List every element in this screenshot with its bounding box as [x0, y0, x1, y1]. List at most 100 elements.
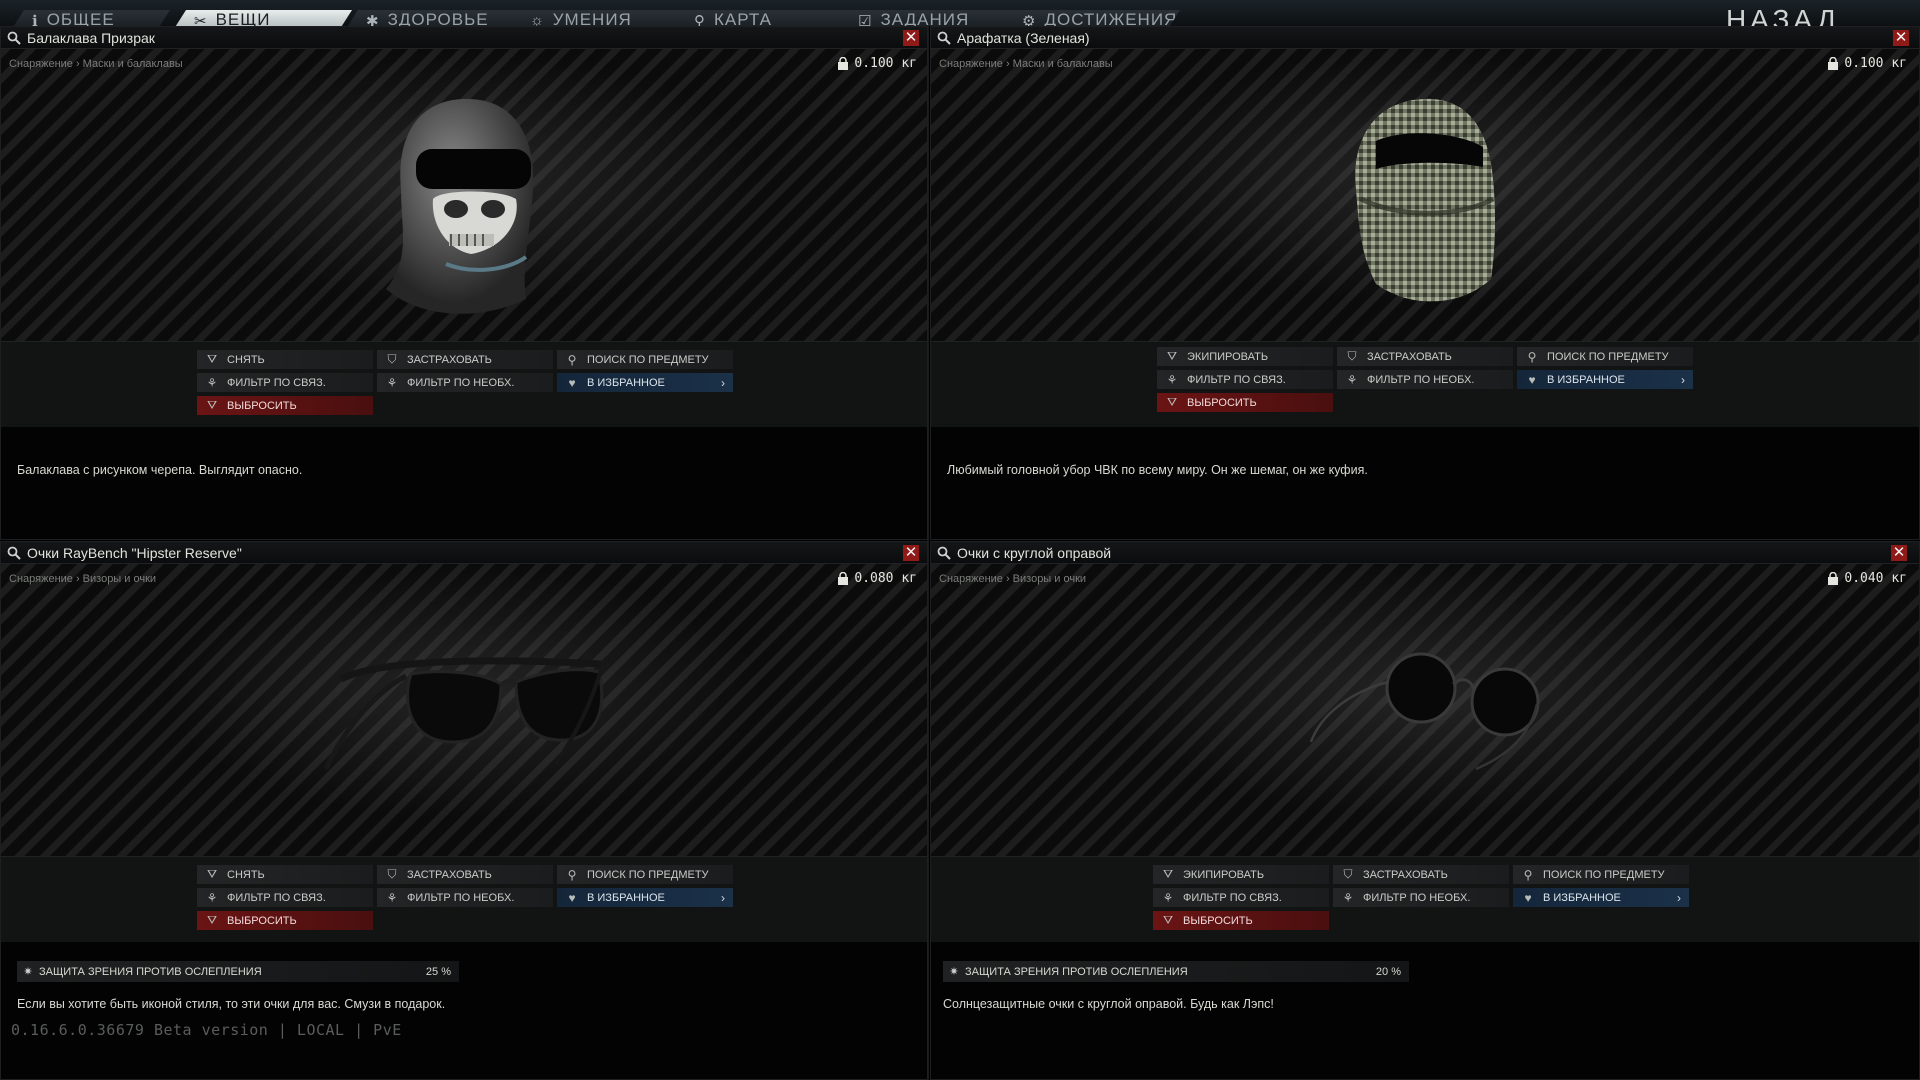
discard-icon: ⛛	[1166, 395, 1178, 409]
search-item-button[interactable]: ⚲ ПОИСК ПО ПРЕДМЕТУ	[1517, 347, 1693, 366]
panel-header[interactable]: Арафатка (Зеленая) ✕	[931, 27, 1919, 49]
discard-button[interactable]: ⛛ ВЫБРОСИТЬ	[1157, 393, 1333, 412]
magnifier-icon	[7, 546, 21, 560]
filter-linked-button[interactable]: ⚘ ФИЛЬТР ПО СВЯЗ.	[1153, 888, 1329, 907]
item-description: ✷ ЗАЩИТА ЗРЕНИЯ ПРОТИВ ОСЛЕПЛЕНИЯ 25 % Е…	[1, 942, 927, 1079]
shield-icon: ⛉	[387, 352, 397, 366]
item-panel-ghost-balaclava: Балаклава Призрак ✕ Снаряжение › Маски и…	[0, 26, 928, 540]
filter-required-button[interactable]: ⚘ ФИЛЬТР ПО НЕОБХ.	[377, 373, 553, 392]
close-icon[interactable]: ✕	[1893, 30, 1909, 46]
filter-required-button[interactable]: ⚘ ФИЛЬТР ПО НЕОБХ.	[1333, 888, 1509, 907]
stat-row-flash-protection: ✷ ЗАЩИТА ЗРЕНИЯ ПРОТИВ ОСЛЕПЛЕНИЯ 25 %	[17, 961, 459, 982]
health-icon: ✱	[366, 13, 380, 26]
tasks-icon: ☑	[858, 13, 873, 26]
insure-button[interactable]: ⛉ ЗАСТРАХОВАТЬ	[1333, 865, 1509, 884]
close-icon[interactable]: ✕	[1891, 545, 1907, 561]
search-item-button[interactable]: ⚲ ПОИСК ПО ПРЕДМЕТУ	[1513, 865, 1689, 884]
tab-skills[interactable]: ☼ УМЕНИЯ	[508, 10, 688, 26]
description-text: Если вы хотите быть иконой стиля, то эти…	[17, 997, 446, 1011]
version-label: 0.16.6.0.36679 Beta version | LOCAL | Pv…	[11, 1021, 402, 1039]
skills-icon: ☼	[530, 12, 545, 26]
search-icon: ⚲	[1527, 349, 1537, 364]
magnifier-icon	[937, 31, 951, 45]
heart-icon: ♥	[568, 375, 576, 390]
magnifier-icon	[937, 546, 951, 560]
filter-linked-button[interactable]: ⚘ ФИЛЬТР ПО СВЯЗ.	[197, 373, 373, 392]
heart-icon: ♥	[1528, 372, 1536, 387]
filter-linked-button[interactable]: ⚘ ФИЛЬТР ПО СВЯЗ.	[197, 888, 373, 907]
achievements-icon: ⚙	[1022, 13, 1037, 26]
top-navigation: ℹ ОБЩЕЕ ✂ ВЕЩИ ✱ ЗДОРОВЬЕ ☼ УМЕНИЯ ⚲ КАР…	[0, 0, 1920, 26]
panel-title: Арафатка (Зеленая)	[957, 29, 1090, 46]
tab-achievements[interactable]: ⚙ ДОСТИЖЕНИЯ	[1000, 10, 1180, 26]
linked-filter-icon: ⚘	[206, 375, 218, 390]
heart-icon: ♥	[568, 890, 576, 905]
ghost-balaclava-image	[386, 98, 534, 314]
item-preview[interactable]: Снаряжение › Маски и балаклавы 0.100 кг	[1, 49, 927, 341]
tab-items[interactable]: ✂ ВЕЩИ	[172, 10, 352, 26]
map-pin-icon: ⚲	[694, 13, 706, 26]
round-glasses-image	[1309, 652, 1540, 771]
panel-header[interactable]: Очки RayBench "Hipster Reserve" ✕	[1, 542, 927, 564]
discard-button[interactable]: ⛛ ВЫБРОСИТЬ	[197, 911, 373, 930]
item-description: Балаклава с рисунком черепа. Выглядит оп…	[1, 427, 927, 539]
tab-map[interactable]: ⚲ КАРТА	[672, 10, 852, 26]
item-preview[interactable]: Снаряжение › Маски и балаклавы 0.100 кг	[931, 49, 1919, 341]
panel-title: Балаклава Призрак	[27, 29, 155, 46]
filter-linked-button[interactable]: ⚘ ФИЛЬТР ПО СВЯЗ.	[1157, 370, 1333, 389]
tab-health[interactable]: ✱ ЗДОРОВЬЕ	[344, 10, 524, 26]
description-text: Любимый головной убор ЧВК по всему миру.…	[947, 463, 1368, 477]
search-item-button[interactable]: ⚲ ПОИСК ПО ПРЕДМЕТУ	[557, 350, 733, 369]
panel-title: Очки RayBench "Hipster Reserve"	[27, 544, 242, 561]
magnifier-icon	[7, 31, 21, 45]
equip-button[interactable]: ⛛ ЭКИПИРОВАТЬ	[1153, 865, 1329, 884]
required-filter-icon: ⚘	[1346, 372, 1358, 387]
chevron-right-icon: ›	[721, 375, 725, 390]
panel-header[interactable]: Очки с круглой оправой ✕	[931, 542, 1919, 564]
back-button[interactable]: НАЗАД	[1726, 4, 1840, 26]
insure-button[interactable]: ⛉ ЗАСТРАХОВАТЬ	[377, 350, 553, 369]
discard-button[interactable]: ⛛ ВЫБРОСИТЬ	[1153, 911, 1329, 930]
filter-required-button[interactable]: ⚘ ФИЛЬТР ПО НЕОБХ.	[377, 888, 553, 907]
required-filter-icon: ⚘	[1342, 890, 1354, 905]
search-icon: ⚲	[567, 867, 577, 882]
shield-icon: ⛉	[1347, 349, 1357, 363]
filter-required-button[interactable]: ⚘ ФИЛЬТР ПО НЕОБХ.	[1337, 370, 1513, 389]
search-item-button[interactable]: ⚲ ПОИСК ПО ПРЕДМЕТУ	[557, 865, 733, 884]
favorite-button[interactable]: ♥ В ИЗБРАННОЕ ›	[1513, 888, 1689, 907]
info-icon: ℹ	[32, 13, 39, 26]
search-icon: ⚲	[567, 352, 577, 367]
wayfarer-glasses-image	[323, 657, 604, 771]
favorite-button[interactable]: ♥ В ИЗБРАННОЕ ›	[1517, 370, 1693, 389]
linked-filter-icon: ⚘	[1162, 890, 1174, 905]
discard-button[interactable]: ⛛ ВЫБРОСИТЬ	[197, 396, 373, 415]
insure-button[interactable]: ⛉ ЗАСТРАХОВАТЬ	[377, 865, 553, 884]
action-buttons: ⛛ СНЯТЬ ⛉ ЗАСТРАХОВАТЬ ⚲ ПОИСК ПО ПРЕДМЕТУ …	[1, 341, 927, 427]
shield-icon: ⛉	[1343, 867, 1353, 881]
item-preview[interactable]: Снаряжение › Визоры и очки 0.040 кг	[931, 564, 1919, 856]
remove-button[interactable]: ⛛ СНЯТЬ	[197, 865, 373, 884]
equip-button[interactable]: ⛛ ЭКИПИРОВАТЬ	[1157, 347, 1333, 366]
item-panel-round-glasses: Очки с круглой оправой ✕ Снаряжение › Ви…	[930, 541, 1920, 1080]
description-text: Балаклава с рисунком черепа. Выглядит оп…	[17, 463, 303, 477]
favorite-button[interactable]: ♥ В ИЗБРАННОЕ ›	[557, 888, 733, 907]
discard-icon: ⛛	[206, 398, 218, 412]
item-description: Любимый головной убор ЧВК по всему миру.…	[931, 427, 1919, 539]
panel-header[interactable]: Балаклава Призрак ✕	[1, 27, 927, 49]
tab-general[interactable]: ℹ ОБЩЕЕ	[10, 10, 170, 26]
close-icon[interactable]: ✕	[903, 545, 919, 561]
equip-icon: ⛛	[1162, 867, 1174, 881]
tab-tasks[interactable]: ☑ ЗАДАНИЯ	[836, 10, 1016, 26]
chevron-right-icon: ›	[1681, 372, 1685, 387]
linked-filter-icon: ⚘	[206, 890, 218, 905]
item-preview[interactable]: Снаряжение › Визоры и очки 0.080 кг	[1, 564, 927, 856]
heart-icon: ♥	[1524, 890, 1532, 905]
panel-title: Очки с круглой оправой	[957, 544, 1112, 561]
remove-button[interactable]: ⛛ СНЯТЬ	[197, 350, 373, 369]
shemagh-image	[1355, 98, 1496, 302]
insure-button[interactable]: ⛉ ЗАСТРАХОВАТЬ	[1337, 347, 1513, 366]
close-icon[interactable]: ✕	[903, 30, 919, 46]
unequip-icon: ⛛	[206, 352, 218, 366]
favorite-button[interactable]: ♥ В ИЗБРАННОЕ ›	[557, 373, 733, 392]
required-filter-icon: ⚘	[386, 890, 398, 905]
